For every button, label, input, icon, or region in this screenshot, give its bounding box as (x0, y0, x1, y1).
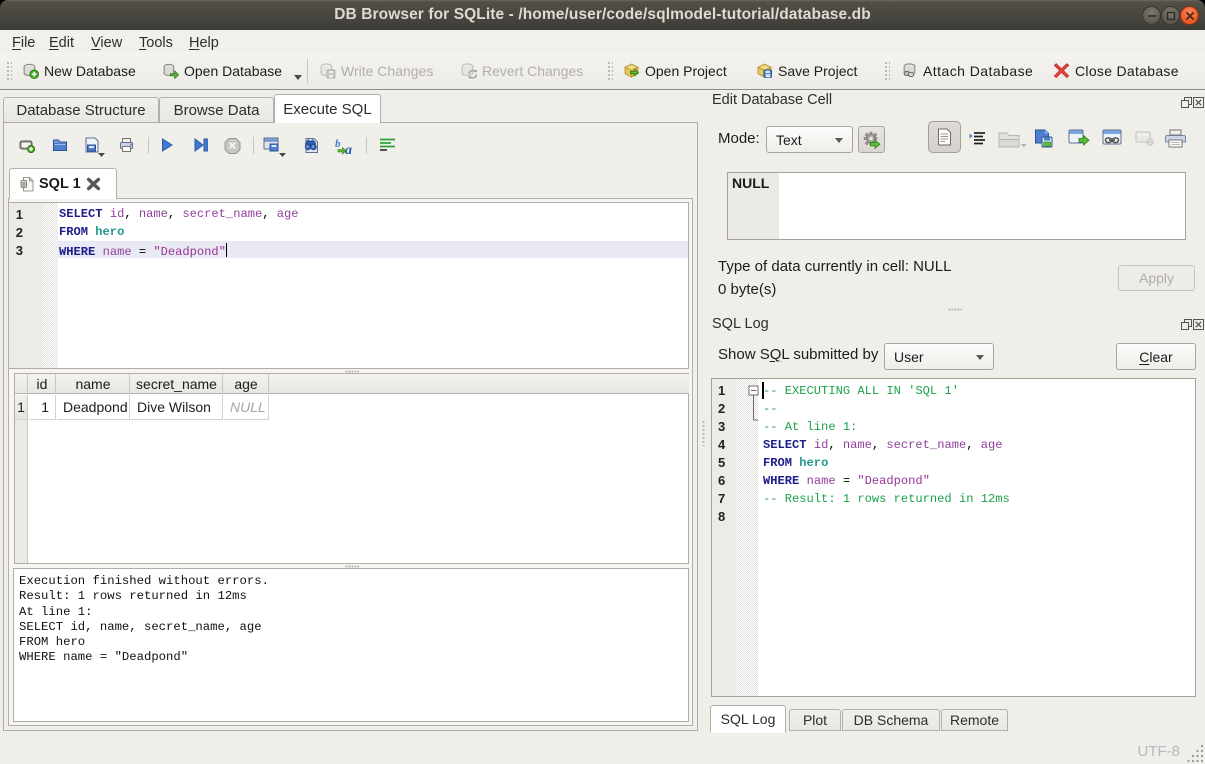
svg-text:a: a (345, 143, 352, 155)
svg-text:b: b (335, 138, 341, 150)
